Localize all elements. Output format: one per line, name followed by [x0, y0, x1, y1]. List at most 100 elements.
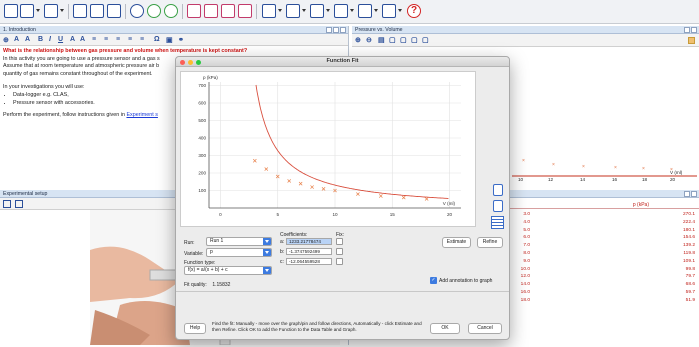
print-icon[interactable]	[73, 4, 87, 18]
italic-icon[interactable]: I	[49, 36, 51, 43]
zoom-out-icon[interactable]: ⊖	[366, 36, 372, 44]
view-icon[interactable]	[382, 4, 396, 18]
panel-icon[interactable]	[334, 4, 348, 18]
maximize-icon[interactable]	[333, 27, 339, 33]
new-document-icon[interactable]	[20, 4, 34, 18]
chevron-down-icon	[263, 238, 271, 245]
ok-button[interactable]: OK	[430, 323, 460, 334]
measure-icon[interactable]	[262, 4, 276, 18]
coef-a-label: a:	[280, 239, 285, 245]
save-icon[interactable]	[44, 4, 58, 18]
chevron-down-icon[interactable]	[278, 9, 282, 12]
zoom-in-icon[interactable]: ⊕	[3, 36, 9, 44]
chevron-down-icon[interactable]	[302, 9, 306, 12]
edit-icon[interactable]: ▢	[400, 36, 407, 44]
pressure-cell[interactable]: 222.4	[635, 220, 695, 225]
bold-icon[interactable]: B	[38, 36, 43, 43]
window-icon[interactable]	[310, 4, 324, 18]
pressure-cell[interactable]: 68.6	[635, 282, 695, 287]
fit-icon[interactable]	[3, 200, 11, 208]
variable-select[interactable]: p	[206, 248, 272, 257]
chevron-down-icon[interactable]	[374, 9, 378, 12]
function-type-select[interactable]: f(x) = a/(x + b) + c	[184, 266, 272, 275]
fix-a-checkbox[interactable]	[336, 238, 343, 245]
pressure-cell[interactable]: 154.6	[635, 235, 695, 240]
link-icon[interactable]: ⚭	[178, 36, 184, 44]
lock-icon[interactable]	[688, 37, 695, 44]
subscript-icon[interactable]: A	[70, 36, 75, 43]
pressure-cell[interactable]: 109.1	[635, 259, 695, 264]
svg-text:×: ×	[582, 164, 585, 170]
font-larger-icon[interactable]: A	[25, 36, 30, 43]
list-icon[interactable]: ≡	[128, 36, 132, 43]
pressure-cell[interactable]: 139.2	[635, 243, 695, 248]
coef-c-field[interactable]: -12.064559528	[286, 258, 332, 265]
pen-icon[interactable]	[286, 4, 300, 18]
back-icon[interactable]	[4, 4, 18, 18]
chevron-down-icon[interactable]	[36, 9, 40, 12]
chevron-down-icon[interactable]	[398, 9, 402, 12]
table-row: 14.0 68.6	[510, 282, 699, 289]
fix-b-checkbox[interactable]	[336, 248, 343, 255]
pressure-cell[interactable]: 99.8	[635, 267, 695, 272]
data-point	[356, 192, 360, 196]
minimize-icon[interactable]	[326, 27, 332, 33]
align-center-icon[interactable]: ≡	[104, 36, 108, 43]
estimate-button[interactable]: Estimate	[442, 237, 471, 248]
chevron-down-icon[interactable]	[60, 9, 64, 12]
sensor-icon[interactable]	[221, 4, 235, 18]
indent-icon[interactable]: ≡	[140, 36, 144, 43]
underline-icon[interactable]: U	[58, 36, 63, 43]
copy-icon[interactable]	[493, 184, 503, 196]
coef-a-field[interactable]: 1233.21778474	[286, 238, 332, 245]
zoom-in-icon[interactable]: ⊕	[355, 36, 361, 44]
fix-c-checkbox[interactable]	[336, 258, 343, 265]
chart-icon[interactable]	[238, 4, 252, 18]
graph-icon[interactable]	[187, 4, 201, 18]
table-icon[interactable]	[107, 4, 121, 18]
superscript-icon[interactable]: A	[80, 36, 85, 43]
align-left-icon[interactable]: ≡	[92, 36, 96, 43]
timer-icon[interactable]	[130, 4, 144, 18]
pressure-cell[interactable]: 59.7	[635, 290, 695, 295]
align-right-icon[interactable]: ≡	[116, 36, 120, 43]
question-icon[interactable]: ?	[407, 4, 421, 18]
chevron-down-icon	[263, 249, 271, 256]
analysis-icon[interactable]: ▢	[411, 36, 418, 44]
help-button[interactable]: Help	[184, 323, 206, 334]
table-icon[interactable]	[491, 216, 504, 229]
run-select[interactable]: Run 1	[206, 237, 272, 246]
font-smaller-icon[interactable]: A	[14, 36, 19, 43]
table-icon[interactable]: ▤	[378, 36, 385, 44]
minimize-icon[interactable]	[684, 27, 690, 33]
export-icon[interactable]: ▢	[422, 36, 429, 44]
minimize-icon[interactable]	[684, 191, 690, 197]
close-icon[interactable]	[691, 27, 697, 33]
annotation-checkbox[interactable]: ✓	[430, 277, 437, 284]
image-icon[interactable]: ▣	[166, 36, 173, 44]
refresh-icon[interactable]	[164, 4, 178, 18]
layout-icon[interactable]	[358, 4, 372, 18]
play-icon[interactable]	[147, 4, 161, 18]
analysis-icon[interactable]	[204, 4, 218, 18]
chevron-down-icon[interactable]	[350, 9, 354, 12]
coef-b-field[interactable]: -1.3747592499	[286, 248, 332, 255]
cancel-button[interactable]: Cancel	[468, 323, 502, 334]
graph-icon[interactable]: ▢	[389, 36, 396, 44]
table-row: 5.0 180.1	[510, 228, 699, 235]
clipboard-icon[interactable]	[493, 200, 503, 212]
fit-chart[interactable]: 100 200 300 400 500 600 700 0 5 10 15 20 p (kPa) V (m…	[180, 71, 476, 227]
pressure-cell[interactable]: 180.1	[635, 228, 695, 233]
grid-icon[interactable]	[90, 4, 104, 18]
image-icon[interactable]	[15, 200, 23, 208]
close-icon[interactable]	[340, 27, 346, 33]
experiment-link[interactable]: Experiment s	[126, 112, 157, 118]
pressure-cell[interactable]: 270.1	[635, 212, 695, 217]
pressure-cell[interactable]: 119.8	[635, 251, 695, 256]
chevron-down-icon[interactable]	[326, 9, 330, 12]
omega-icon[interactable]: Ω	[154, 36, 160, 43]
refine-button[interactable]: Refine	[477, 237, 503, 248]
close-icon[interactable]	[691, 191, 697, 197]
pressure-cell[interactable]: 51.9	[635, 298, 695, 303]
pressure-cell[interactable]: 79.7	[635, 274, 695, 279]
